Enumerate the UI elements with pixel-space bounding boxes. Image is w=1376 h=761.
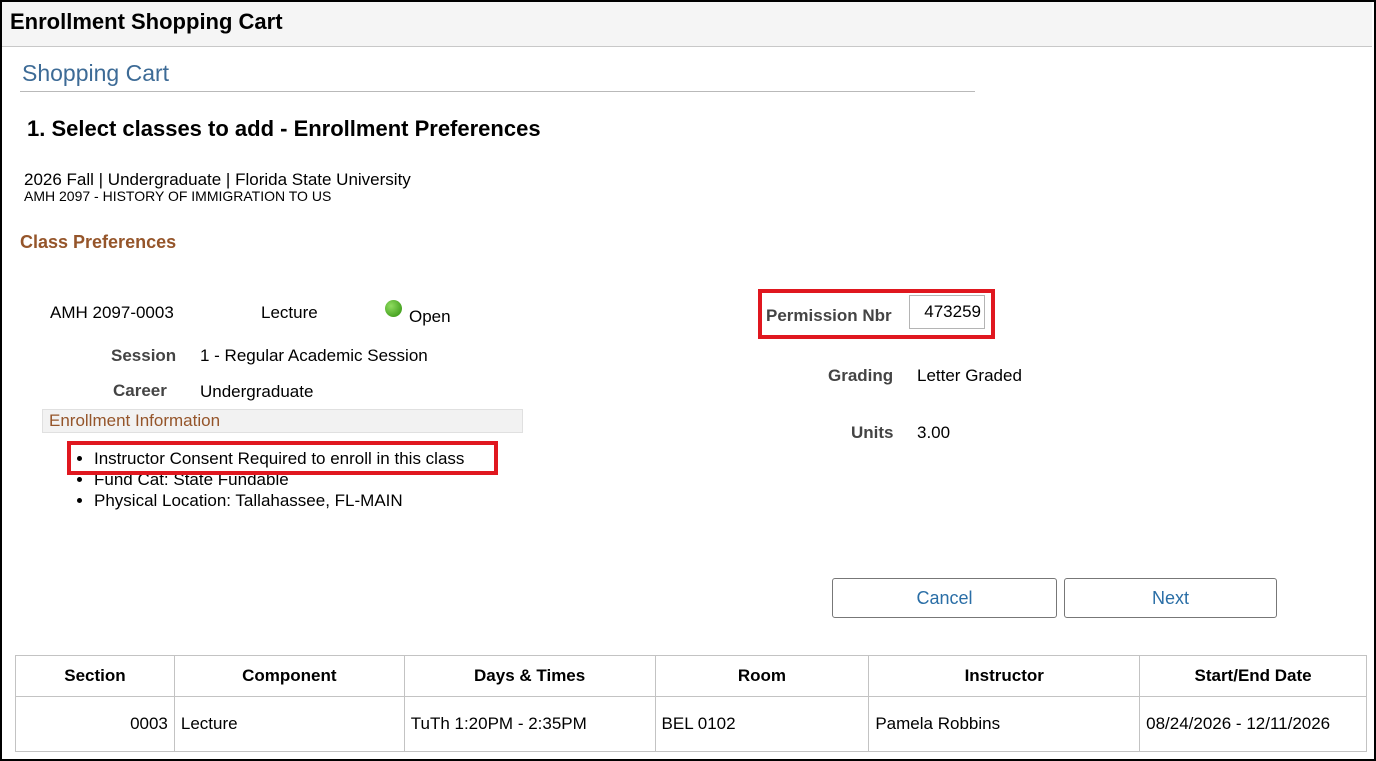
column-header: Start/End Date bbox=[1139, 655, 1367, 697]
class-preferences-heading: Class Preferences bbox=[20, 232, 177, 252]
permission-highlight-box bbox=[758, 289, 995, 339]
cancel-button[interactable]: Cancel bbox=[832, 578, 1057, 618]
cell-start-end-date: 08/24/2026 - 12/11/2026 bbox=[1139, 696, 1367, 752]
step-heading: 1. Select classes to add - Enrollment Pr… bbox=[27, 116, 541, 141]
course-line: AMH 2097 - HISTORY OF IMMIGRATION TO US bbox=[24, 188, 332, 204]
column-header: Room bbox=[654, 655, 870, 697]
cell-room: BEL 0102 bbox=[654, 696, 870, 752]
subtitle-divider bbox=[20, 91, 975, 92]
class-status: Open bbox=[409, 307, 451, 326]
schedule-table: Section Component Days & Times Room Inst… bbox=[15, 655, 1367, 752]
column-header: Instructor bbox=[868, 655, 1141, 697]
units-value: 3.00 bbox=[917, 423, 951, 442]
term-line: 2026 Fall | Undergraduate | Florida Stat… bbox=[24, 170, 411, 189]
column-header: Days & Times bbox=[403, 655, 656, 697]
session-label: Session bbox=[111, 346, 177, 365]
next-button[interactable]: Next bbox=[1064, 578, 1277, 618]
table-row: 0003 Lecture TuTh 1:20PM - 2:35PM BEL 01… bbox=[15, 696, 1367, 752]
consent-highlight-box bbox=[67, 441, 498, 475]
title-bar: Enrollment Shopping Cart bbox=[2, 2, 1372, 47]
grading-label: Grading bbox=[828, 366, 894, 385]
career-label: Career bbox=[113, 381, 167, 400]
page-subtitle: Shopping Cart bbox=[22, 60, 170, 86]
open-status-icon bbox=[385, 300, 402, 317]
class-component: Lecture bbox=[261, 303, 318, 322]
class-id: AMH 2097-0003 bbox=[50, 303, 174, 322]
grading-value: Letter Graded bbox=[917, 366, 1022, 385]
cell-days-times: TuTh 1:20PM - 2:35PM bbox=[403, 696, 656, 752]
session-value: 1 - Regular Academic Session bbox=[200, 346, 428, 365]
units-label: Units bbox=[851, 423, 894, 442]
enrollment-info-header: Enrollment Information bbox=[42, 409, 523, 433]
list-item: Physical Location: Tallahassee, FL-MAIN bbox=[94, 490, 464, 511]
cell-component: Lecture bbox=[173, 696, 405, 752]
career-value: Undergraduate bbox=[200, 382, 314, 401]
table-header-row: Section Component Days & Times Room Inst… bbox=[15, 655, 1367, 697]
window-frame bbox=[0, 0, 1376, 761]
window-title: Enrollment Shopping Cart bbox=[10, 9, 283, 34]
column-header: Component bbox=[173, 655, 405, 697]
cell-instructor: Pamela Robbins bbox=[868, 696, 1141, 752]
enrollment-info-label: Enrollment Information bbox=[49, 411, 221, 430]
column-header: Section bbox=[15, 655, 175, 697]
cell-section: 0003 bbox=[15, 696, 175, 752]
